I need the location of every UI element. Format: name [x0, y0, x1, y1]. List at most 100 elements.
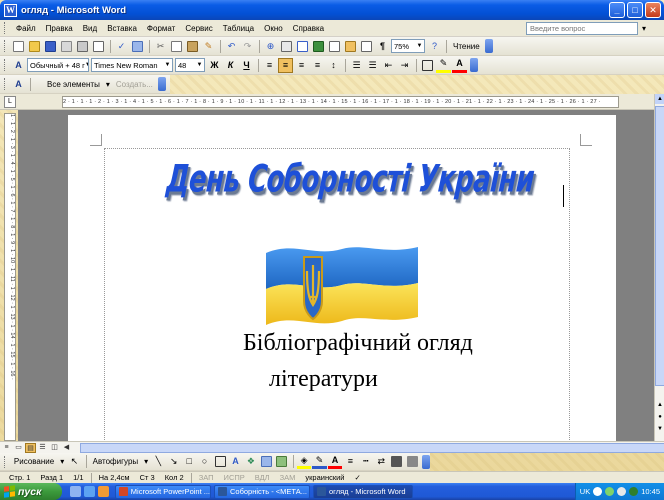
taskbar-item-powerpoint[interactable]: Microsoft PowerPoint ...: [115, 484, 211, 499]
borders-icon[interactable]: [420, 58, 435, 73]
chevron-down-icon[interactable]: ▾: [103, 80, 113, 89]
web-view-icon[interactable]: ▭: [13, 443, 24, 453]
paste-icon[interactable]: [185, 39, 200, 54]
word-app-icon[interactable]: W: [4, 3, 17, 17]
help-icon[interactable]: ?: [427, 39, 442, 54]
autoshapes-menu[interactable]: Автофигуры: [90, 457, 142, 466]
vertical-scroll-thumb[interactable]: [655, 106, 664, 386]
minimize-button[interactable]: _: [609, 2, 625, 18]
diagram-icon[interactable]: ❖: [244, 454, 258, 469]
network-tray-icon[interactable]: [605, 487, 615, 496]
line-style-icon[interactable]: ≡: [343, 454, 357, 469]
tab-selector[interactable]: L: [4, 96, 16, 108]
underline-button[interactable]: Ч: [239, 58, 254, 73]
drawing-menu[interactable]: Рисование: [11, 457, 57, 466]
numbering-icon[interactable]: ☰: [349, 58, 364, 73]
textbox-icon[interactable]: [213, 454, 227, 469]
select-objects-icon[interactable]: ↖: [67, 454, 81, 469]
show-hide-icon[interactable]: ¶: [375, 39, 390, 54]
print-preview-icon[interactable]: [91, 39, 106, 54]
menu-file[interactable]: Файл: [11, 24, 41, 33]
bullets-icon[interactable]: ☰: [365, 58, 380, 73]
style-select[interactable]: Обычный + 48 г ▼: [27, 58, 89, 72]
justify-icon[interactable]: ≡: [310, 58, 325, 73]
undo-icon[interactable]: ↶: [224, 39, 239, 54]
close-button[interactable]: ✕: [645, 2, 661, 18]
menu-help[interactable]: Справка: [288, 24, 329, 33]
vertical-scrollbar[interactable]: ▲ ▲ ● ▼: [654, 94, 664, 441]
ukraine-flag-image[interactable]: [264, 235, 420, 335]
media-player-icon[interactable]: [98, 486, 109, 497]
chevron-down-icon[interactable]: ▼: [163, 59, 172, 71]
hyperlink-icon[interactable]: ⊕: [263, 39, 278, 54]
picture-icon[interactable]: [275, 454, 289, 469]
toolbar-grip[interactable]: [4, 78, 7, 90]
help-search-input[interactable]: Введите вопрос: [526, 21, 638, 35]
insert-table-icon[interactable]: [295, 39, 310, 54]
toolbar-grip[interactable]: [4, 40, 7, 52]
menu-window[interactable]: Окно: [259, 24, 288, 33]
oval-icon[interactable]: ○: [197, 454, 211, 469]
research-icon[interactable]: [130, 39, 145, 54]
align-right-icon[interactable]: ≡: [294, 58, 309, 73]
clipart-icon[interactable]: [259, 454, 273, 469]
document-subtitle-line-2[interactable]: літератури: [269, 366, 378, 393]
next-page-icon[interactable]: ▼: [655, 424, 664, 434]
line-spacing-icon[interactable]: ↕: [326, 58, 341, 73]
menu-view[interactable]: Вид: [78, 24, 102, 33]
status-track-changes[interactable]: ИСПР: [219, 473, 250, 482]
toolbar-options-icon[interactable]: [470, 58, 478, 72]
open-folder-icon[interactable]: [27, 39, 42, 54]
chevron-down-icon[interactable]: ▼: [85, 59, 88, 71]
align-center-icon[interactable]: ≡: [278, 57, 293, 73]
browse-object-icon[interactable]: ●: [655, 412, 664, 422]
permission-icon[interactable]: [59, 39, 74, 54]
toolbar-grip[interactable]: [4, 59, 7, 71]
copy-icon[interactable]: [169, 39, 184, 54]
align-left-icon[interactable]: ≡: [262, 58, 277, 73]
taskbar-item-word[interactable]: огляд - Microsoft Word: [313, 484, 413, 499]
tables-borders-icon[interactable]: [279, 39, 294, 54]
redo-icon[interactable]: ↷: [240, 39, 255, 54]
scroll-left-icon[interactable]: ◀: [61, 443, 72, 453]
chevron-down-icon[interactable]: ▼: [415, 40, 424, 52]
internet-explorer-icon[interactable]: [84, 486, 95, 497]
font-color-icon[interactable]: A: [452, 58, 467, 73]
all-elements-dropdown[interactable]: Все элементы: [44, 80, 103, 89]
taskbar-item-browser[interactable]: Соборність - <МЕТА...: [214, 484, 310, 499]
font-select[interactable]: Times New Roman ▼: [91, 58, 173, 72]
toolbar-grip[interactable]: [4, 22, 7, 34]
dash-style-icon[interactable]: ┅: [359, 454, 373, 469]
highlight-icon[interactable]: ✎: [436, 58, 451, 73]
start-button[interactable]: пуск: [0, 483, 62, 500]
toolbar-options-icon[interactable]: [422, 454, 430, 469]
menu-edit[interactable]: Правка: [41, 24, 78, 33]
menu-tools[interactable]: Сервис: [180, 24, 217, 33]
maximize-button[interactable]: □: [627, 2, 643, 18]
show-desktop-icon[interactable]: [70, 486, 81, 497]
new-document-icon[interactable]: [11, 39, 26, 54]
horizontal-ruler[interactable]: 2 · 1 · 1 · 1 · 2 · 1 · 3 · 1 · 4 · 1 · …: [62, 96, 619, 108]
font-color-icon[interactable]: A: [327, 454, 343, 469]
spelling-status-icon[interactable]: ✓: [350, 473, 366, 482]
horizontal-scroll-track[interactable]: [80, 442, 664, 453]
styles-pane-icon[interactable]: A: [11, 58, 26, 73]
toolbar-options-icon[interactable]: [157, 77, 166, 91]
horizontal-scroll-thumb[interactable]: [80, 442, 664, 453]
document-subtitle-line-1[interactable]: Бібліографічний огляд: [243, 330, 473, 357]
reading-view-icon[interactable]: ◫: [49, 443, 60, 453]
chevron-down-icon[interactable]: ▾: [141, 457, 151, 466]
format-painter-icon[interactable]: ✎: [201, 39, 216, 54]
print-icon[interactable]: [75, 39, 90, 54]
fill-color-icon[interactable]: ◈: [296, 454, 312, 469]
toolbar-options-icon[interactable]: [484, 39, 493, 53]
arrow-icon[interactable]: ↘: [167, 454, 181, 469]
previous-page-icon[interactable]: ▲: [655, 400, 664, 410]
document-page[interactable]: День Соборності України Бібліографічний …: [68, 115, 616, 441]
help-tray-icon[interactable]: [593, 487, 603, 496]
outline-view-icon[interactable]: ☰: [37, 443, 48, 453]
read-button[interactable]: Чтение: [450, 42, 483, 51]
italic-button[interactable]: К: [223, 58, 238, 73]
vertical-ruler[interactable]: 1 · 1 · 2 · 1 · 3 · 1 · 4 · 1 · 5 · 1 · …: [4, 113, 16, 441]
language-indicator[interactable]: UK: [580, 487, 590, 496]
